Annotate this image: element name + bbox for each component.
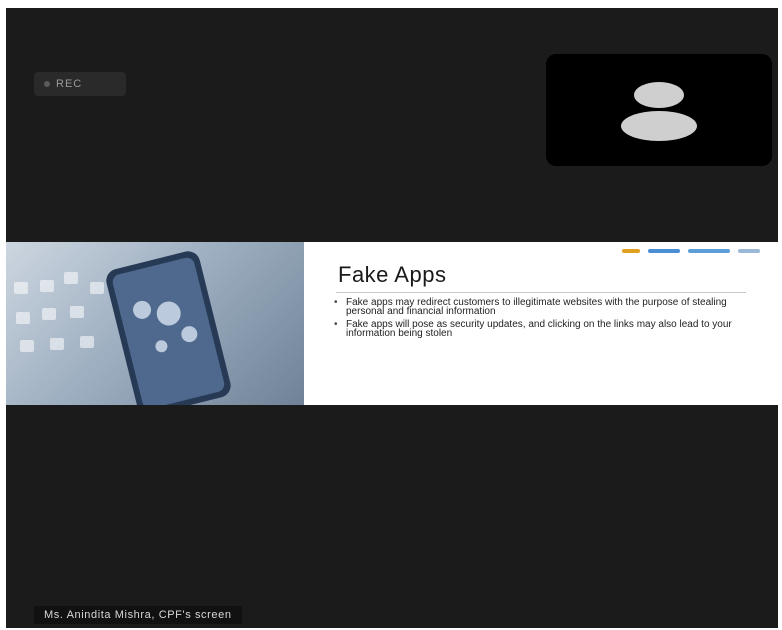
- slide-logos: [622, 249, 760, 253]
- bullet-item: Fake apps may redirect customers to ille…: [334, 298, 754, 317]
- logo-icon: [648, 249, 680, 253]
- recording-indicator: REC: [34, 72, 126, 96]
- smartphone-illustration-icon: [14, 251, 231, 405]
- person-silhouette-icon: [621, 82, 697, 141]
- logo-icon: [738, 249, 760, 253]
- slide-title: Fake Apps: [338, 262, 447, 287]
- logo-icon: [688, 249, 730, 253]
- participant-video-tile[interactable]: [546, 54, 772, 166]
- screen-share-name-label: Ms. Anindita Mishra, CPF's screen: [34, 606, 242, 624]
- slide-image: [6, 242, 304, 405]
- record-dot-icon: [44, 81, 50, 87]
- bullet-item: Fake apps will pose as security updates,…: [334, 320, 754, 339]
- logo-icon: [622, 249, 640, 253]
- recording-label: REC: [56, 78, 83, 90]
- title-divider: [336, 292, 746, 293]
- slide-bullet-list: Fake apps may redirect customers to ille…: [334, 298, 754, 342]
- shared-slide: Fake Apps Fake apps may redirect custome…: [6, 242, 778, 405]
- meeting-screen: REC Fake Apps • Fake apps may redirect c…: [6, 8, 778, 628]
